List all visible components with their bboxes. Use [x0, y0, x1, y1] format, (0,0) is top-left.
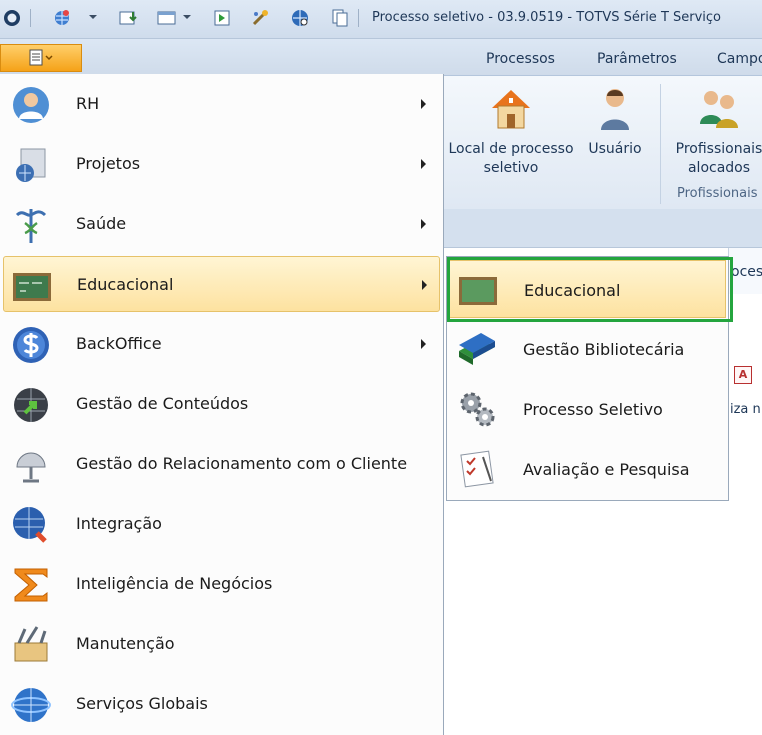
menu-document-icon [29, 49, 53, 66]
profissionais-label: Profissionais alocados [675, 141, 762, 176]
submenu-arrow-icon [421, 339, 426, 349]
menu-item-label: Manutenção [76, 634, 175, 653]
menu-item-label: Projetos [76, 154, 141, 173]
chevron-down-icon[interactable] [183, 15, 191, 19]
menu-item-label: Inteligência de Negócios [76, 574, 273, 593]
app-logo-icon[interactable] [2, 8, 22, 28]
menu-item-label: Serviços Globais [76, 694, 208, 713]
menu-item-label: Saúde [76, 214, 127, 233]
submenu-item-avaliacao-pesquisa[interactable]: Avaliação e Pesquisa [449, 440, 726, 498]
dollar-icon [13, 327, 49, 363]
menu-item-educacional[interactable]: Educacional [3, 256, 440, 312]
menu-item-saude[interactable]: Saúde [3, 196, 440, 252]
application-menu: RH Projetos Saúde Educacional BackOffice… [0, 74, 444, 735]
local-processo-button[interactable]: Local de processo seletivo [446, 84, 576, 178]
menu-item-label: Educacional [77, 275, 174, 294]
submenu-arrow-icon [421, 219, 426, 229]
menu-item-label: Gestão do Relacionamento com o Cliente [76, 454, 408, 473]
window-title: Processo seletivo - 03.9.0519 - TOTVS Sé… [372, 10, 722, 25]
chalkboard-icon [13, 273, 51, 301]
tab-campos[interactable]: Campo [717, 51, 762, 67]
user-icon [601, 89, 629, 130]
tab-parametros[interactable]: Parâmetros [597, 51, 677, 67]
profissionais-alocados-button[interactable]: Profissionais alocados [669, 84, 762, 178]
menu-item-manutencao[interactable]: Manutenção [3, 616, 440, 672]
submenu-arrow-icon [421, 159, 426, 169]
local-processo-label: Local de processo seletivo [448, 141, 574, 176]
globe-quick-icon[interactable] [52, 8, 72, 28]
submenu-arrow-icon [422, 280, 427, 290]
menu-item-inteligencia-negocios[interactable]: Inteligência de Negócios [3, 556, 440, 612]
font-color-icon[interactable]: A [734, 366, 752, 384]
submenu-item-label: Educacional [524, 281, 621, 300]
menu-item-rh[interactable]: RH [3, 76, 440, 132]
submenu-item-gestao-bibliotecaria[interactable]: Gestão Bibliotecária [449, 320, 726, 378]
document-text: iza n [730, 402, 761, 417]
menu-item-projetos[interactable]: Projetos [3, 136, 440, 192]
menu-item-servicos-globais[interactable]: Serviços Globais [3, 676, 440, 732]
house-icon [492, 90, 530, 129]
tools-icon[interactable] [250, 8, 270, 28]
submenu-arrow-icon [421, 99, 426, 109]
submenu-item-label: Processo Seletivo [523, 400, 663, 419]
globe-icon [11, 688, 51, 722]
menu-item-gestao-relacionamento[interactable]: Gestão do Relacionamento com o Cliente [3, 436, 440, 492]
submenu-item-label: Gestão Bibliotecária [523, 340, 685, 359]
caduceus-icon [15, 209, 47, 243]
menu-item-label: RH [76, 94, 100, 113]
download-icon[interactable] [118, 8, 138, 28]
gears-icon [460, 392, 495, 427]
checklist-icon [460, 450, 494, 488]
chevron-down-icon[interactable] [89, 15, 97, 19]
usuario-button[interactable]: Usuário [585, 84, 645, 159]
menu-item-label: Gestão de Conteúdos [76, 394, 249, 413]
toolbox-icon [14, 626, 48, 662]
globe-arrow-icon [14, 388, 48, 422]
window-icon[interactable] [157, 8, 177, 28]
export-icon[interactable] [212, 8, 232, 28]
submenu-item-label: Avaliação e Pesquisa [523, 460, 690, 479]
web-icon[interactable] [290, 8, 310, 28]
books-icon [459, 333, 495, 365]
sigma-icon [14, 568, 48, 602]
submenu-item-processo-seletivo[interactable]: Processo Seletivo [449, 380, 726, 438]
tab-processos[interactable]: Processos [486, 51, 555, 67]
menu-item-gestao-conteudos[interactable]: Gestão de Conteúdos [3, 376, 440, 432]
chalkboard-icon [459, 277, 497, 305]
title-bar: Processo seletivo - 03.9.0519 - TOTVS Sé… [0, 0, 762, 39]
satellite-dish-icon [16, 452, 46, 483]
document-tab-label: oces [731, 264, 762, 280]
people-icon [700, 91, 738, 128]
menu-item-backoffice[interactable]: BackOffice [3, 316, 440, 372]
submenu-item-educacional[interactable]: Educacional [449, 260, 726, 318]
copy-icon[interactable] [330, 8, 350, 28]
usuario-label: Usuário [588, 141, 642, 157]
menu-item-integracao[interactable]: Integração [3, 496, 440, 552]
ribbon-group-profissionais: Profissionais [677, 186, 758, 201]
person-icon [13, 87, 49, 123]
menu-item-label: BackOffice [76, 334, 162, 353]
projects-icon [16, 148, 46, 182]
menu-item-label: Integração [76, 514, 162, 533]
application-menu-button[interactable] [0, 44, 82, 72]
educacional-submenu: Educacional Gestão Bibliotecária Process… [446, 256, 729, 501]
ribbon-tab-bar: Processos Parâmetros Campo [0, 39, 762, 75]
globe-plug-icon [13, 507, 47, 543]
